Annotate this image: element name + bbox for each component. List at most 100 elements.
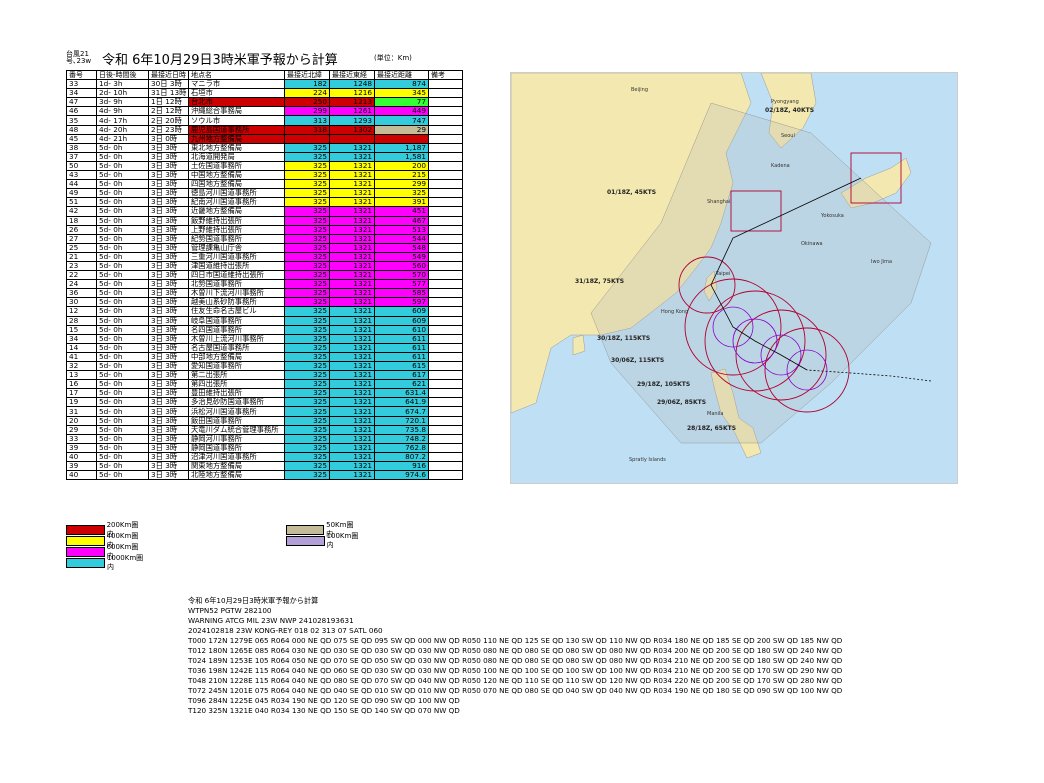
table-cell: 747 bbox=[374, 115, 429, 126]
table-cell: 621 bbox=[374, 379, 429, 390]
table-cell: 17 bbox=[66, 388, 97, 399]
table-cell: 名古屋国道事務所 bbox=[188, 342, 285, 353]
unit-label: (単位：Km) bbox=[374, 54, 412, 62]
table-cell: 4d- 21h bbox=[96, 133, 149, 144]
table-cell: 585 bbox=[374, 288, 429, 299]
table-cell bbox=[428, 370, 463, 381]
table-row: 14 5d- 0h 3日 3時 名古屋国道事務所 325 1321 611 bbox=[66, 342, 463, 353]
table-cell: 1213 bbox=[329, 97, 375, 108]
table-cell bbox=[428, 251, 463, 262]
table-cell: 39 bbox=[66, 442, 97, 453]
table-cell: 1321 bbox=[329, 370, 375, 381]
table-cell: 浜松河川国道事務所 bbox=[188, 406, 285, 417]
table-cell: 325 bbox=[284, 470, 330, 481]
table-cell: 30日 3時 bbox=[148, 79, 189, 90]
table-cell: 5d- 0h bbox=[96, 442, 149, 453]
table-cell: 3日 3時 bbox=[148, 306, 189, 317]
table-cell: 391 bbox=[374, 197, 429, 208]
table-cell bbox=[428, 215, 463, 226]
table-cell: 3日 3時 bbox=[148, 170, 189, 181]
table-cell: 3日 3時 bbox=[148, 397, 189, 408]
table-cell: 26 bbox=[66, 224, 97, 235]
table-row: 28 5d- 0h 3日 3時 岐阜国道事務所 325 1321 609 bbox=[66, 315, 463, 326]
table-row: 43 5d- 0h 3日 3時 中国地方整備局 325 1321 215 bbox=[66, 170, 463, 181]
table-cell: 3日 3時 bbox=[148, 379, 189, 390]
table-cell: 325 bbox=[284, 315, 330, 326]
table-cell: 5d- 0h bbox=[96, 461, 149, 472]
table-cell bbox=[428, 179, 463, 190]
table-row: 39 5d- 0h 3日 3時 静岡国道事務所 325 1321 762.8 bbox=[66, 442, 463, 453]
table-cell: 木曽川下流河川事務所 bbox=[188, 288, 285, 299]
table-cell: 1,187 bbox=[374, 142, 429, 153]
table-cell: 200 bbox=[374, 160, 429, 172]
table-cell: 325 bbox=[284, 142, 330, 153]
table-cell: 19 bbox=[66, 397, 97, 408]
table-row: 25 5d- 0h 3日 3時 管理課亀山庁舎 325 1321 548 bbox=[66, 242, 463, 253]
table-cell: 愛知国道事務所 bbox=[188, 360, 285, 372]
table-cell: 津国道維持出張所 bbox=[188, 260, 285, 272]
table-cell: 325 bbox=[284, 170, 330, 181]
table-cell: 岐阜国道事務所 bbox=[188, 315, 285, 326]
table-cell: 14 bbox=[66, 342, 97, 353]
table-cell: 3日 3時 bbox=[148, 315, 189, 326]
table-cell: 東北地方整備局 bbox=[188, 142, 285, 153]
table-cell: 3日 3時 bbox=[148, 333, 189, 344]
table-row: 47 3d- 9h 1日 12時 台北市 250 1213 77 bbox=[66, 97, 463, 108]
table-row: 20 5d- 0h 3日 3時 飯田国道事務所 325 1321 720.1 bbox=[66, 415, 463, 426]
table-cell: 674.7 bbox=[374, 406, 429, 417]
table-cell: 3日 3時 bbox=[148, 370, 189, 381]
table-row: 24 5d- 0h 3日 3時 北勢国道事務所 325 1321 577 bbox=[66, 279, 463, 290]
table-cell bbox=[284, 133, 330, 144]
table-row: 41 5d- 0h 3日 3時 中部地方整備局 325 1321 611 bbox=[66, 351, 463, 363]
table-row: 44 5d- 0h 3日 3時 四国地方整備局 325 1321 299 bbox=[66, 179, 463, 190]
table-row: 27 5d- 0h 3日 3時 紀勢国道事務所 325 1321 544 bbox=[66, 233, 463, 244]
page-title: 令和 6年10月29日3時米軍予報から計算 bbox=[102, 53, 338, 68]
table-cell bbox=[428, 351, 463, 363]
forecast-line: WTPN52 PGTW 282100 bbox=[188, 606, 272, 615]
table-cell: 3日 3時 bbox=[148, 224, 189, 235]
table-cell bbox=[428, 115, 463, 126]
table-cell: 30 bbox=[66, 297, 97, 308]
forecast-line: WARNING ATCG MIL 23W NWP 241028193631 bbox=[188, 616, 354, 625]
table-cell bbox=[428, 388, 463, 399]
table-cell: 325 bbox=[284, 424, 330, 435]
table-cell: 611 bbox=[374, 342, 429, 353]
table-cell bbox=[428, 124, 463, 135]
place-label: Kadena bbox=[771, 163, 790, 169]
table-cell: 5d- 0h bbox=[96, 270, 149, 281]
table-cell bbox=[428, 451, 463, 463]
legend-swatch bbox=[286, 536, 325, 546]
table-cell: 3日 3時 bbox=[148, 351, 189, 363]
table-cell bbox=[428, 415, 463, 426]
forecast-line: 令和 6年10月29日3時米軍予報から計算 bbox=[188, 596, 319, 605]
table-cell: 5d- 0h bbox=[96, 170, 149, 181]
table-cell: 3日 3時 bbox=[148, 288, 189, 299]
table-cell: 299 bbox=[374, 179, 429, 190]
table-cell: 45 bbox=[66, 133, 97, 144]
table-row: 30 5d- 0h 3日 3時 越美山系砂防事務所 325 1321 597 bbox=[66, 297, 463, 308]
table-cell bbox=[428, 160, 463, 172]
table-cell: 18 bbox=[66, 215, 97, 226]
table-cell: 31 bbox=[66, 406, 97, 417]
table-cell: 5d- 0h bbox=[96, 397, 149, 408]
table-cell: 325 bbox=[284, 288, 330, 299]
table-cell: 46 bbox=[66, 106, 97, 117]
table-cell: 299 bbox=[284, 106, 330, 117]
table-cell: 31日 13時 bbox=[148, 88, 189, 99]
table-cell: 5d- 0h bbox=[96, 142, 149, 153]
table-cell: 名四国道事務所 bbox=[188, 324, 285, 335]
table-cell: 325 bbox=[284, 415, 330, 426]
table-cell: 3日 3時 bbox=[148, 206, 189, 217]
table-cell: 762.8 bbox=[374, 442, 429, 453]
table-row: 51 5d- 0h 3日 3時 紀南河川国道事務所 325 1321 391 bbox=[66, 197, 463, 208]
table-cell: 5d- 0h bbox=[96, 297, 149, 308]
table-cell bbox=[428, 260, 463, 272]
table-cell: 12 bbox=[66, 306, 97, 317]
table-cell: 615 bbox=[374, 360, 429, 372]
table-cell: 中部地方整備局 bbox=[188, 351, 285, 363]
table-cell: 3日 3時 bbox=[148, 179, 189, 190]
table-cell: 北海道開発局 bbox=[188, 151, 285, 162]
table-cell: 1321 bbox=[329, 397, 375, 408]
table-cell: 1321 bbox=[329, 188, 375, 199]
table-cell: 916 bbox=[374, 461, 429, 472]
